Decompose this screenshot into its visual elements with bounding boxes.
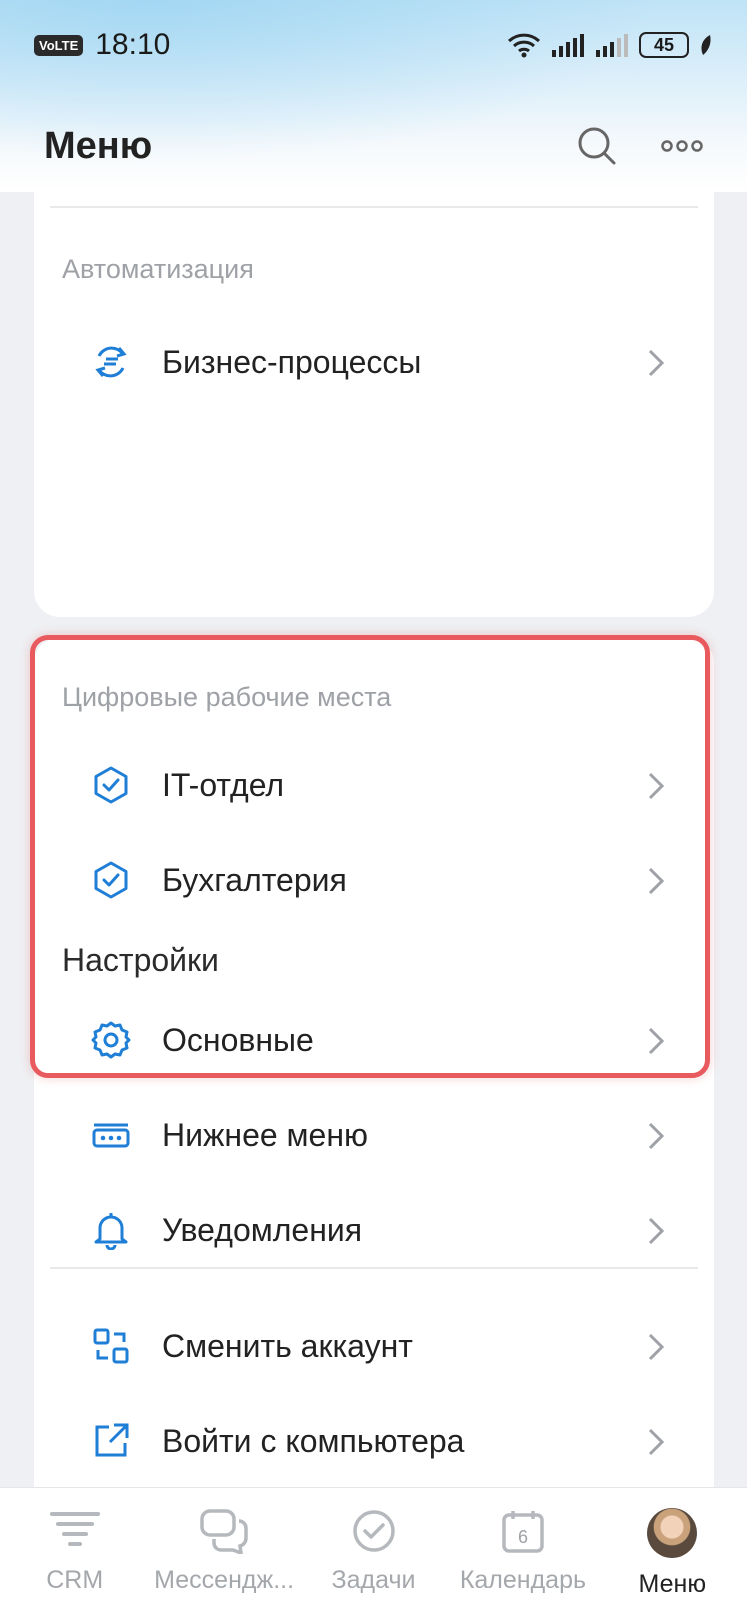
nav-label: Меню bbox=[638, 1570, 707, 1598]
nav-calendar[interactable]: 6 Календарь bbox=[448, 1488, 597, 1620]
status-icons: 45 bbox=[507, 32, 713, 58]
status-time: 18:10 bbox=[95, 28, 171, 61]
tasks-icon bbox=[352, 1510, 395, 1552]
business-process-icon bbox=[76, 342, 146, 382]
section-title-automation: Автоматизация bbox=[62, 254, 254, 284]
signal-icon bbox=[552, 34, 584, 57]
search-icon[interactable] bbox=[577, 126, 617, 166]
nav-label: Календарь bbox=[459, 1566, 587, 1594]
menu-item-business-processes[interactable]: Бизнес-процессы bbox=[34, 317, 714, 407]
calendar-day: 6 bbox=[518, 1527, 528, 1547]
menu-item-notifications[interactable]: Уведомления bbox=[34, 1185, 714, 1275]
battery-indicator: 45 bbox=[639, 32, 689, 58]
chevron-right-icon bbox=[648, 1333, 664, 1361]
bottom-navigation: CRM Мессендж... Задачи 6 Календарь Меню bbox=[0, 1487, 747, 1620]
leaf-icon bbox=[701, 35, 711, 55]
menu-item-bottom-menu[interactable]: Нижнее меню bbox=[34, 1090, 714, 1180]
more-icon[interactable] bbox=[661, 139, 703, 153]
bell-icon bbox=[76, 1210, 146, 1250]
messenger-icon bbox=[200, 1509, 248, 1554]
menu-item-label: Уведомления bbox=[162, 1211, 363, 1248]
chevron-right-icon bbox=[648, 349, 664, 377]
page-title: Меню bbox=[44, 124, 153, 167]
highlight-frame bbox=[30, 635, 710, 1078]
external-link-icon bbox=[76, 1421, 146, 1461]
divider bbox=[50, 1267, 698, 1269]
calendar-icon: 6 bbox=[502, 1511, 544, 1553]
nav-label: CRM bbox=[46, 1566, 104, 1594]
nav-messenger[interactable]: Мессендж... bbox=[149, 1488, 298, 1620]
app-header: Меню bbox=[0, 100, 747, 192]
menu-item-label: Нижнее меню bbox=[162, 1116, 369, 1153]
automation-card: Автоматизация Бизнес-процессы bbox=[34, 192, 714, 617]
signal-icon-2 bbox=[596, 34, 628, 57]
nav-label: Задачи bbox=[331, 1566, 416, 1594]
divider bbox=[50, 206, 698, 208]
bottom-menu-icon bbox=[76, 1115, 146, 1155]
crm-icon bbox=[49, 1512, 100, 1546]
nav-tasks[interactable]: Задачи bbox=[299, 1488, 448, 1620]
menu-item-login-from-computer[interactable]: Войти с компьютера bbox=[34, 1396, 714, 1486]
menu-item-label: Войти с компьютера bbox=[162, 1422, 465, 1459]
chevron-right-icon bbox=[648, 1428, 664, 1456]
chevron-right-icon bbox=[648, 1122, 664, 1150]
wifi-icon bbox=[507, 33, 541, 58]
avatar bbox=[647, 1508, 698, 1558]
nav-label: Мессендж... bbox=[154, 1566, 295, 1594]
menu-item-label: Бизнес-процессы bbox=[162, 343, 422, 380]
chevron-right-icon bbox=[648, 1217, 664, 1245]
switch-account-icon bbox=[76, 1326, 146, 1366]
menu-item-switch-account[interactable]: Сменить аккаунт bbox=[34, 1301, 714, 1391]
menu-item-label: Сменить аккаунт bbox=[162, 1327, 413, 1364]
nav-crm[interactable]: CRM bbox=[0, 1488, 149, 1620]
volte-indicator: VoLTE bbox=[34, 34, 84, 56]
status-bar: VoLTE 18:10 45 bbox=[0, 0, 747, 90]
menu-scroll-area[interactable]: Автоматизация Бизнес-процессы Цифровые р… bbox=[0, 192, 747, 1487]
nav-menu[interactable]: Меню bbox=[598, 1488, 747, 1620]
